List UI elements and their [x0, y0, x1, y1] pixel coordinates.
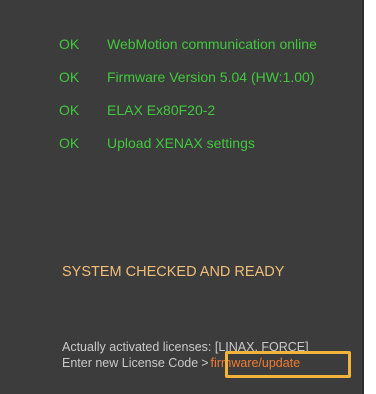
status-row-device: OK ELAX Ex80F20-2: [59, 102, 359, 135]
status-panel: OK WebMotion communication online OK Fir…: [0, 0, 364, 394]
status-list: OK WebMotion communication online OK Fir…: [59, 36, 359, 168]
system-ready-text: SYSTEM CHECKED AND READY: [62, 264, 285, 280]
enter-license-label: Enter new License Code: [62, 356, 199, 370]
status-code: OK: [59, 102, 80, 118]
status-message: WebMotion communication online: [107, 36, 317, 52]
status-row-communication: OK WebMotion communication online: [59, 36, 359, 69]
status-code: OK: [59, 135, 80, 151]
license-entry-row: Enter new License Code > firmware/update: [62, 355, 309, 371]
firmware-update-link[interactable]: firmware/update: [211, 355, 301, 371]
arrow-icon: >: [201, 356, 209, 370]
status-code: OK: [59, 36, 80, 52]
active-licenses-text: Actually activated licenses: [LINAX, FOR…: [62, 340, 309, 354]
license-info: Actually activated licenses: [LINAX, FOR…: [62, 339, 309, 371]
status-message: Upload XENAX settings: [107, 135, 255, 151]
status-row-upload: OK Upload XENAX settings: [59, 135, 359, 168]
status-row-firmware: OK Firmware Version 5.04 (HW:1.00): [59, 69, 359, 102]
status-message: Firmware Version 5.04 (HW:1.00): [107, 69, 315, 85]
status-message: ELAX Ex80F20-2: [107, 102, 216, 118]
status-code: OK: [59, 69, 80, 85]
